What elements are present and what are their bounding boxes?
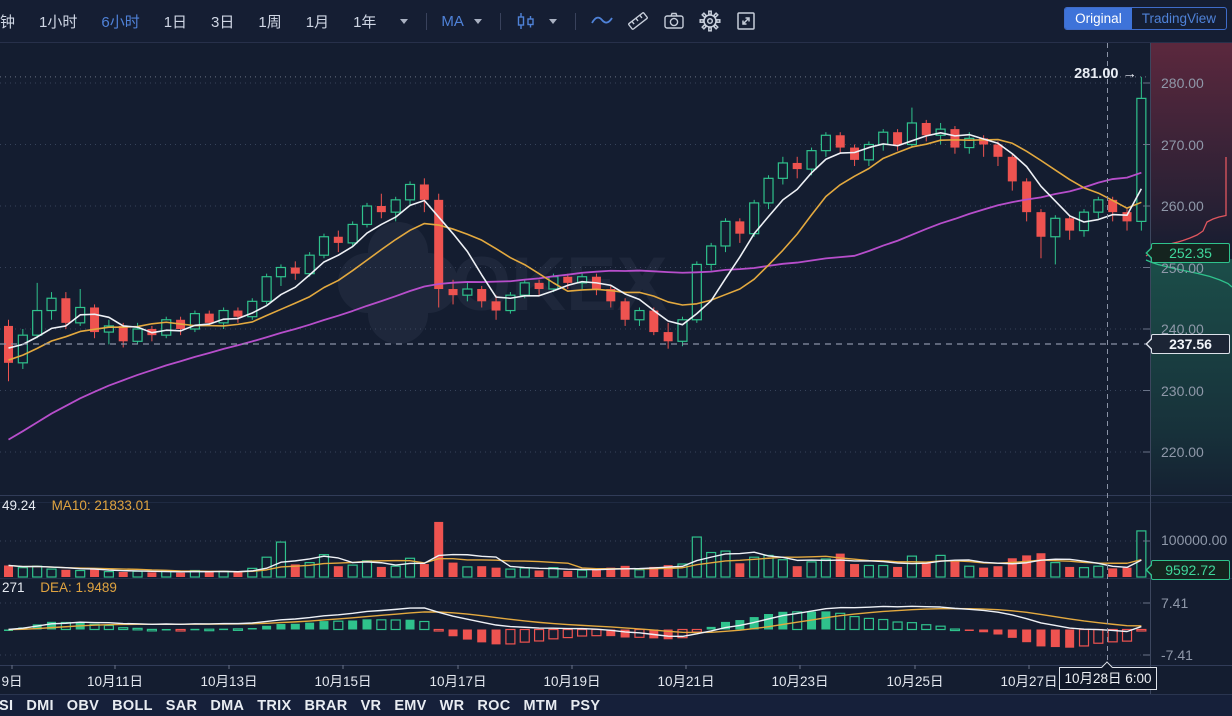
indicator-button-mtm[interactable]: MTM (524, 698, 558, 714)
timeframe-chevron-down-icon[interactable] (400, 19, 408, 24)
indicator-button-wr[interactable]: WR (440, 698, 465, 714)
toolbar-divider (575, 13, 576, 30)
indicator-button-boll[interactable]: BOLL (112, 698, 153, 714)
ma-indicator-dropdown[interactable]: MA (441, 13, 464, 30)
date-tick-label: 10月23日 (771, 670, 828, 690)
price-tick-label: 220.00 (1161, 445, 1204, 459)
indicator-button-brar[interactable]: BRAR (304, 698, 347, 714)
macd-labels: 271 DEA: 1.9489 (2, 580, 117, 595)
crosshair-price-badge: 237.56 (1151, 334, 1230, 354)
date-tick-label: 10月13日 (200, 670, 257, 690)
volume-ma5-value: 49.24 (2, 498, 36, 513)
indicator-button-trix[interactable]: TRIX (257, 698, 291, 714)
date-tick-label: 10月15日 (314, 670, 371, 690)
indicator-button-sar[interactable]: SAR (166, 698, 198, 714)
date-tick-label: 10月11日 (87, 670, 143, 690)
indicator-button-vr[interactable]: VR (361, 698, 382, 714)
macd-axis-tick-low: -7.41 (1161, 648, 1193, 662)
crosshair-date-tooltip: 10月28日 6:00 (1059, 667, 1157, 690)
tab-original[interactable]: Original (1065, 8, 1132, 29)
price-tick-label: 270.00 (1161, 138, 1204, 152)
volume-ma10-value: MA10: 21833.01 (52, 498, 151, 513)
ma-chevron-down-icon[interactable] (474, 19, 482, 24)
indicator-button-dmi[interactable]: DMI (26, 698, 53, 714)
date-tick-label: 10月25日 (886, 670, 943, 690)
volume-axis-tick: 100000.00 (1161, 533, 1227, 547)
indicator-button-obv[interactable]: OBV (67, 698, 99, 714)
indicator-selector-bar: SI DMI OBV BOLL SAR DMA TRIX BRAR VR EMV WR ROC MTM P… (0, 694, 1232, 716)
last-price-badge: 252.35 (1151, 243, 1230, 263)
timeframe-list: 钟 1小时 6小时 1日 3日 1周 1月 1年 (0, 11, 400, 32)
timeframe-1年[interactable]: 1年 (353, 11, 376, 32)
fullscreen-expand-icon[interactable] (734, 9, 758, 33)
price-tick-label: 230.00 (1161, 384, 1204, 398)
timeframe-6小时[interactable]: 6小时 (101, 11, 139, 32)
okex-watermark-logo: OKEX (338, 222, 668, 344)
camera-snapshot-icon[interactable] (662, 9, 686, 33)
indicator-button-roc[interactable]: ROC (477, 698, 510, 714)
trading-chart-app: OKEX 钟 1小时 6小时 1日 3日 1周 1月 1年 MA (0, 0, 1232, 716)
timeframe-1日[interactable]: 1日 (164, 11, 187, 32)
date-tick-label: 9日 (1, 670, 22, 690)
candlestick-chart-canvas[interactable]: OKEX (0, 0, 1232, 716)
macd-axis-tick-high: 7.41 (1161, 596, 1188, 610)
timeframe-3日[interactable]: 3日 (211, 11, 234, 32)
timeframe-钟[interactable]: 钟 (0, 11, 15, 32)
indicator-button-emv[interactable]: EMV (394, 698, 426, 714)
date-tick-label: 10月19日 (543, 670, 600, 690)
macd-dif-value: 271 (2, 580, 25, 595)
date-tick-label: 10月17日 (429, 670, 486, 690)
measure-ruler-icon[interactable] (626, 9, 650, 33)
volume-ma-labels: 49.24 MA10: 21833.01 (2, 498, 151, 513)
price-tick-label: 280.00 (1161, 76, 1204, 90)
date-tick-label: 10月27日 (1000, 670, 1057, 690)
volume-current-badge: 9592.72 (1151, 560, 1230, 580)
candlestick-style-chevron-down-icon[interactable] (549, 19, 557, 24)
timeframe-1月[interactable]: 1月 (306, 11, 329, 32)
chart-view-toggle: Original TradingView (1064, 7, 1227, 30)
indicator-button-dma[interactable]: DMA (210, 698, 244, 714)
indicator-button-psy[interactable]: PSY (570, 698, 600, 714)
tab-tradingview[interactable]: TradingView (1132, 8, 1226, 29)
timeframe-1周[interactable]: 1周 (258, 11, 281, 32)
candlestick-style-icon[interactable] (515, 10, 537, 32)
macd-histogram (4, 611, 1146, 647)
gear-settings-icon[interactable] (698, 9, 722, 33)
line-chart-icon[interactable] (590, 10, 614, 32)
macd-dea-value: DEA: 1.9489 (40, 580, 117, 595)
date-tick-label: 10月21日 (657, 670, 714, 690)
price-tick-label: 260.00 (1161, 199, 1204, 213)
chart-toolbar: 钟 1小时 6小时 1日 3日 1周 1月 1年 MA (0, 0, 1232, 43)
indicator-button-si[interactable]: SI (0, 698, 13, 714)
period-high-annotation: 281.00 → (1000, 66, 1137, 82)
timeframe-1小时[interactable]: 1小时 (39, 11, 77, 32)
candlestick-series (4, 77, 1146, 381)
toolbar-divider (500, 13, 501, 30)
toolbar-divider (426, 13, 427, 30)
